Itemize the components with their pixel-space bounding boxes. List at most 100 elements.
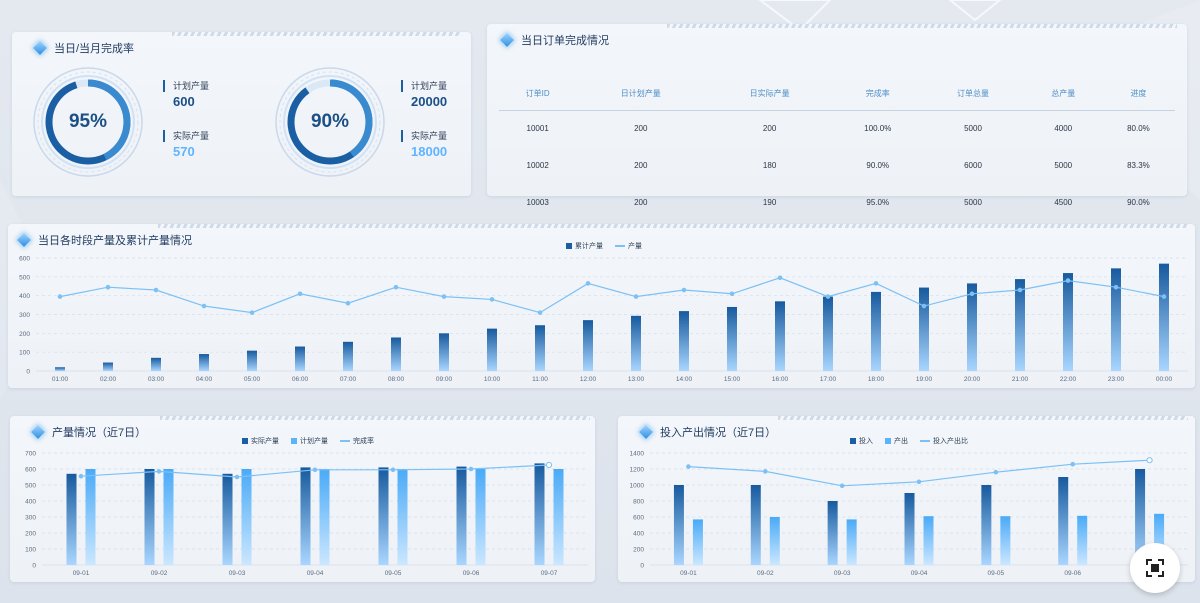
bar: [295, 346, 305, 371]
line-point: [681, 287, 687, 293]
daily-actual-value: 570: [173, 144, 195, 159]
line-point: [105, 284, 111, 290]
line-point: [468, 466, 474, 472]
x-tick-label: 05:00: [244, 376, 261, 383]
line-point: [156, 469, 162, 474]
daily-gauge-percent: 95%: [68, 111, 108, 132]
io-chart: 0 200 400 600 800 1000 1200 1400 09-01 09-02 09-03…: [630, 451, 1188, 577]
line-point: [441, 294, 447, 299]
x-tick-label: 18:00: [868, 376, 885, 383]
x-tick-label: 02:00: [100, 376, 117, 383]
x-tick-label: 11:00: [532, 376, 548, 383]
monthly-actual-label: 实际产量: [401, 130, 447, 142]
bar: [1000, 516, 1011, 565]
table-cell: 200: [634, 124, 648, 134]
line-point: [825, 294, 831, 299]
table-cell: 5000: [1054, 161, 1073, 170]
bar: [1111, 268, 1121, 371]
table-cell: 10002: [526, 161, 549, 170]
y-tick-label: 200: [25, 531, 36, 538]
column-header: 日计划产量: [620, 89, 661, 99]
bar: [1077, 515, 1088, 565]
line-point: [916, 479, 922, 485]
x-tick-label: 22:00: [1060, 376, 1077, 383]
line-point: [1161, 294, 1167, 299]
bar: [475, 469, 486, 565]
y-tick-label: 200: [19, 331, 30, 338]
bar: [1159, 263, 1169, 371]
io-panel: 投入产出情况（近7日） 投入 产出 投入产出比 0 200 400 600 800 100…: [618, 416, 1195, 582]
y-tick-label: 600: [19, 256, 30, 263]
daily-plan-stat: 计划产量 600: [163, 80, 209, 109]
table-row: 10002 200 180 90.0% 6000 5000 83.3%: [499, 147, 1175, 184]
line-point: [1146, 457, 1153, 464]
line-point: [729, 291, 735, 297]
x-tick-label: 09-04: [307, 570, 324, 577]
bar: [534, 463, 545, 565]
table-row: 10001 200 200 100.0% 5000 4000 80.0%: [499, 110, 1175, 147]
bar: [823, 296, 833, 371]
table-cell: 200: [762, 124, 777, 134]
bar: [775, 301, 785, 371]
bar: [343, 341, 353, 371]
panel-title: 当日/当月完成率: [31, 39, 134, 57]
x-tick-label: 17:00: [820, 376, 837, 383]
x-tick-label: 23:00: [1108, 376, 1125, 383]
bar: [247, 350, 257, 371]
bar: [378, 467, 389, 565]
line-point: [153, 287, 159, 293]
x-tick-label: 03:00: [148, 376, 165, 383]
column-header: 进度: [1130, 89, 1147, 99]
column-header: 日实际产量: [749, 89, 790, 99]
bar: [66, 473, 77, 565]
y-tick-label: 700: [25, 451, 36, 458]
completion-panel: 当日/当月完成率 95% 计划产量 600 实际产量 570 90% 计划产量 …: [12, 32, 471, 196]
bar: [319, 469, 330, 565]
bar: [487, 328, 497, 371]
line-point: [249, 310, 255, 315]
y-tick-label: 400: [19, 293, 30, 300]
table-cell: 5000: [964, 124, 982, 134]
monthly-gauge-percent: 90%: [310, 111, 350, 132]
bar: [85, 469, 96, 565]
line-point: [297, 291, 303, 297]
y-tick-label: 400: [633, 531, 644, 538]
x-tick-label: 14:00: [676, 376, 693, 383]
y-tick-label: 400: [25, 499, 36, 506]
x-tick-label: 08:00: [388, 376, 405, 383]
y-tick-label: 100: [25, 547, 36, 554]
fullscreen-button[interactable]: [1130, 543, 1180, 593]
bar: [103, 362, 113, 371]
bar: [981, 485, 992, 565]
bar: [439, 333, 449, 371]
line-point: [545, 461, 553, 469]
table-row: 10003 200 190 95.0% 5000 4500 90.0%: [499, 184, 1175, 221]
bar: [535, 325, 545, 371]
x-tick-label: 09-03: [834, 570, 851, 577]
y-tick-label: 0: [26, 369, 30, 376]
line-point: [201, 303, 207, 309]
x-tick-label: 12:00: [580, 376, 597, 383]
daily-plan-label: 计划产量: [163, 80, 209, 92]
y-tick-label: 1000: [630, 483, 645, 490]
column-header: 订单总量: [957, 89, 990, 99]
series-line: [59, 277, 1165, 314]
y-tick-label: 600: [25, 467, 36, 474]
diamond-icon: [498, 31, 516, 49]
x-tick-label: 19:00: [916, 376, 933, 383]
table-cell: 90.0%: [866, 161, 890, 170]
x-tick-label: 09-06: [1064, 570, 1081, 577]
x-tick-label: 06:00: [292, 376, 309, 383]
line-point: [57, 294, 63, 299]
daily-actual-stat: 实际产量 570: [163, 130, 209, 159]
y-tick-label: 1200: [630, 467, 645, 474]
line-point: [686, 464, 691, 469]
daily-gauge: 95%: [32, 66, 144, 178]
daily-actual-label: 实际产量: [163, 130, 209, 142]
x-tick-label: 21:00: [1012, 376, 1029, 383]
bar: [397, 469, 408, 565]
bar: [144, 469, 155, 565]
bar: [827, 501, 838, 565]
y-tick-label: 800: [633, 499, 644, 506]
x-tick-label: 09-02: [757, 570, 774, 577]
